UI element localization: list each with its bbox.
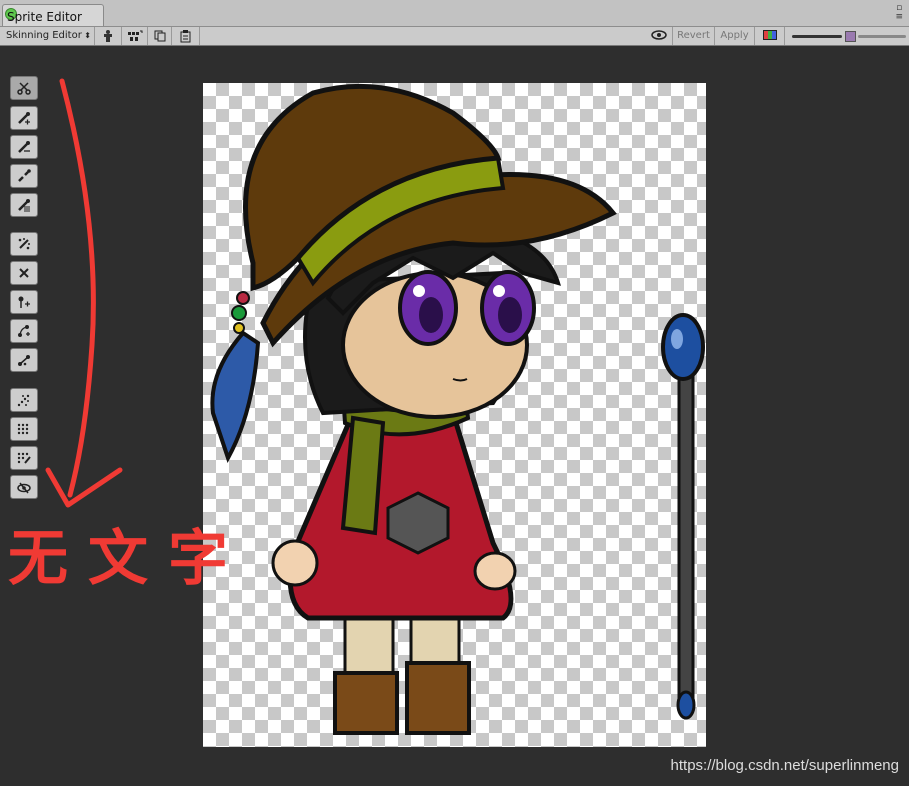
tool-button-weight-slider[interactable]	[10, 417, 38, 441]
tab-sprite-editor[interactable]: Sprite Editor	[2, 4, 104, 26]
mode-dropdown[interactable]: Skinning Editor ⬍	[2, 27, 95, 45]
tool-button-split-edge[interactable]	[10, 319, 38, 343]
window-menu-icon[interactable]: ▫ ≡	[895, 4, 903, 22]
tool-button-generate-geometry[interactable]	[10, 193, 38, 217]
annotation-text: 无文字	[8, 524, 248, 594]
tool-button-edit-geometry[interactable]	[10, 348, 38, 372]
editor-toolbar: Skinning Editor ⬍ Revert Apply	[0, 27, 909, 46]
tool-button-create-edge[interactable]	[10, 290, 38, 314]
bone-layout-icon[interactable]	[122, 27, 148, 45]
tool-button-weight-brush[interactable]	[10, 388, 38, 412]
tab-label: Sprite Editor	[7, 10, 82, 24]
character-sprite	[210, 83, 705, 735]
paste-icon[interactable]	[172, 27, 200, 45]
auto-geometry-icon	[18, 238, 30, 250]
tool-button-visibility[interactable]	[10, 475, 38, 499]
zoom-slider[interactable]	[792, 35, 842, 38]
color-channel-icon[interactable]	[755, 27, 785, 45]
sprite-preview[interactable]	[203, 83, 706, 747]
annotation-arrow	[45, 78, 123, 508]
edit-bone-icon	[18, 141, 30, 153]
scissors-icon	[17, 82, 31, 95]
window-titlebar: Sprite Editor ▫ ≡	[0, 0, 909, 27]
copy-icon[interactable]	[148, 27, 172, 45]
tool-button-create-bone[interactable]	[10, 106, 38, 130]
tool-button-split-bone[interactable]	[10, 164, 38, 188]
alpha-toggle-icon[interactable]	[845, 31, 856, 42]
generate-geometry-icon	[18, 199, 30, 212]
preview-eye-icon[interactable]	[646, 27, 673, 45]
mip-slider[interactable]	[858, 35, 906, 38]
character-pose-icon[interactable]	[95, 27, 122, 45]
weight-brush-icon	[17, 394, 30, 407]
tool-button-auto-weights[interactable]	[10, 446, 38, 470]
create-bone-icon	[18, 112, 30, 125]
apply-button[interactable]: Apply	[715, 27, 755, 45]
tool-button-auto-geometry[interactable]	[10, 232, 38, 256]
auto-weights-icon	[17, 452, 31, 464]
split-edge-icon	[18, 325, 30, 337]
mode-dropdown-label: Skinning Editor	[6, 30, 82, 41]
create-edge-icon	[18, 296, 30, 308]
dropdown-arrow-icon: ⬍	[84, 31, 91, 40]
create-vertex-icon	[19, 268, 29, 278]
revert-button[interactable]: Revert	[673, 27, 715, 45]
watermark: https://blog.csdn.net/superlinmeng	[670, 757, 899, 774]
weight-slider-icon	[17, 423, 29, 435]
tool-button-scissors[interactable]	[10, 76, 38, 100]
split-bone-icon	[18, 169, 31, 182]
edit-geometry-icon	[18, 355, 30, 366]
tool-button-edit-bone[interactable]	[10, 135, 38, 159]
tool-button-create-vertex[interactable]	[10, 261, 38, 285]
visibility-icon	[17, 482, 31, 494]
